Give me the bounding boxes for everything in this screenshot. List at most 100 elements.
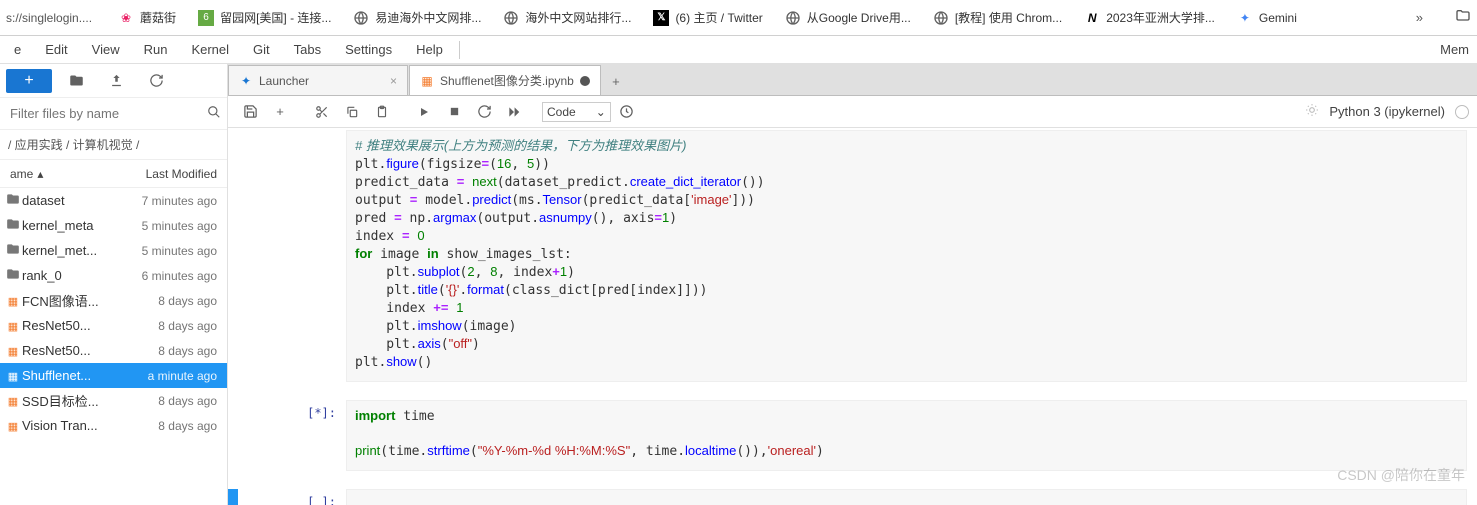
bookmark-item[interactable]: ❀蘑菇街 xyxy=(118,9,176,26)
file-row[interactable]: dataset7 minutes ago xyxy=(0,188,227,213)
bookmark-label: 海外中文网站排行... xyxy=(525,9,631,26)
add-tab-button[interactable]: + xyxy=(602,67,630,95)
copy-button[interactable] xyxy=(338,100,366,124)
upload-button[interactable] xyxy=(100,69,132,93)
file-modified: 6 minutes ago xyxy=(115,269,223,283)
restart-run-all-button[interactable] xyxy=(500,100,528,124)
file-name: SSD目标检... xyxy=(22,391,115,410)
insert-cell-button[interactable]: + xyxy=(266,100,294,124)
bookmarks-overflow-icon[interactable]: » xyxy=(1406,10,1433,25)
refresh-button[interactable] xyxy=(140,69,172,93)
menu-separator xyxy=(459,41,460,59)
file-modified: 5 minutes ago xyxy=(115,219,223,233)
cell-editor[interactable] xyxy=(346,489,1467,505)
bookmark-label: 留园网[美国] - 连接... xyxy=(220,9,331,26)
work-area: ✦Launcher×▦Shufflenet图像分类.ipynb + + Code… xyxy=(228,64,1477,505)
file-row[interactable]: ▦SSD目标检...8 days ago xyxy=(0,388,227,413)
url-fragment: s://singlelogin.... xyxy=(6,11,102,25)
notebook-icon: ▦ xyxy=(4,418,22,433)
new-folder-button[interactable] xyxy=(60,69,92,93)
header-modified-col[interactable]: Last Modified xyxy=(99,167,227,181)
notebook-toolbar: + Code⌄ Python 3 (ipykernel) xyxy=(228,96,1477,128)
file-modified: 8 days ago xyxy=(115,344,223,358)
save-button[interactable] xyxy=(236,100,264,124)
file-name: Vision Tran... xyxy=(22,418,115,433)
file-row[interactable]: ▦FCN图像语...8 days ago xyxy=(0,288,227,313)
cell-editor[interactable]: import time print(time.strftime("%Y-%m-%… xyxy=(346,400,1467,471)
bookmark-item[interactable]: 海外中文网站排行... xyxy=(503,9,631,26)
cell-gutter xyxy=(228,130,238,382)
menu-item-kernel[interactable]: Kernel xyxy=(179,38,241,61)
file-row[interactable]: rank_06 minutes ago xyxy=(0,263,227,288)
menu-item-edit[interactable]: Edit xyxy=(33,38,79,61)
cell-prompt: [ ]: xyxy=(276,489,346,505)
bookmark-icon: ❀ xyxy=(118,10,134,26)
close-icon[interactable]: × xyxy=(390,74,397,88)
memory-indicator: Mem xyxy=(1434,42,1475,57)
sidebar-toolbar: + xyxy=(0,64,227,98)
code-cell[interactable]: # 推理效果展示(上方为预测的结果，下方为推理效果图片) plt.figure(… xyxy=(228,128,1477,384)
file-list-header: ame▴ Last Modified xyxy=(0,160,227,188)
bookmark-icon xyxy=(353,10,369,26)
code-cell[interactable]: [ ]: xyxy=(228,487,1477,505)
bookmark-label: (6) 主页 / Twitter xyxy=(675,9,762,26)
file-modified: 7 minutes ago xyxy=(115,194,223,208)
bookmark-item[interactable]: N2023年亚洲大学排... xyxy=(1084,9,1215,26)
render-button[interactable] xyxy=(613,100,641,124)
bookmark-item[interactable]: 6留园网[美国] - 连接... xyxy=(198,9,331,26)
menu-item-view[interactable]: View xyxy=(80,38,132,61)
file-row[interactable]: kernel_met...5 minutes ago xyxy=(0,238,227,263)
kernel-status[interactable]: Python 3 (ipykernel) xyxy=(1305,103,1469,120)
menu-item-e[interactable]: e xyxy=(2,38,33,61)
file-row[interactable]: ▦ResNet50...8 days ago xyxy=(0,313,227,338)
menu-item-tabs[interactable]: Tabs xyxy=(282,38,333,61)
folder-icon xyxy=(4,267,22,284)
bookmark-item[interactable]: 𝕏(6) 主页 / Twitter xyxy=(653,9,762,26)
menu-item-help[interactable]: Help xyxy=(404,38,455,61)
bookmark-item[interactable]: [教程] 使用 Chrom... xyxy=(933,9,1062,26)
file-filter[interactable] xyxy=(0,98,227,130)
notebook-content[interactable]: # 推理效果展示(上方为预测的结果，下方为推理效果图片) plt.figure(… xyxy=(228,128,1477,505)
bookmark-item[interactable]: 从Google Drive用... xyxy=(785,9,911,26)
file-row[interactable]: ▦Shufflenet...a minute ago xyxy=(0,363,227,388)
cell-gutter xyxy=(228,400,238,471)
cell-prompt xyxy=(276,130,346,382)
cell-type-select[interactable]: Code⌄ xyxy=(542,102,611,122)
stop-button[interactable] xyxy=(440,100,468,124)
file-row[interactable]: kernel_meta5 minutes ago xyxy=(0,213,227,238)
bookmark-item[interactable]: 易迪海外中文网排... xyxy=(353,9,481,26)
run-button[interactable] xyxy=(410,100,438,124)
document-tab[interactable]: ▦Shufflenet图像分类.ipynb xyxy=(409,65,601,95)
file-filter-input[interactable] xyxy=(6,102,207,125)
menu-item-run[interactable]: Run xyxy=(132,38,180,61)
new-launcher-button[interactable]: + xyxy=(6,69,52,93)
folder-icon xyxy=(4,217,22,234)
header-name-col[interactable]: ame▴ xyxy=(0,167,99,181)
menu-item-settings[interactable]: Settings xyxy=(333,38,404,61)
cell-editor[interactable]: # 推理效果展示(上方为预测的结果，下方为推理效果图片) plt.figure(… xyxy=(346,130,1467,382)
file-row[interactable]: ▦ResNet50...8 days ago xyxy=(0,338,227,363)
notebook-icon: ▦ xyxy=(4,393,22,408)
app-menu-bar: eEditViewRunKernelGitTabsSettingsHelp Me… xyxy=(0,36,1477,64)
bookmark-item[interactable]: ✦Gemini xyxy=(1237,10,1297,26)
notebook-icon: ▦ xyxy=(4,343,22,358)
bookmark-label: 2023年亚洲大学排... xyxy=(1106,9,1215,26)
kernel-name[interactable]: Python 3 (ipykernel) xyxy=(1329,104,1445,119)
breadcrumb[interactable]: / 应用实践 / 计算机视觉 / xyxy=(0,130,227,160)
file-modified: 8 days ago xyxy=(115,294,223,308)
menu-item-git[interactable]: Git xyxy=(241,38,282,61)
file-row[interactable]: ▦Vision Tran...8 days ago xyxy=(0,413,227,438)
paste-button[interactable] xyxy=(368,100,396,124)
code-cell[interactable]: [*]: import time print(time.strftime("%Y… xyxy=(228,398,1477,473)
sort-asc-icon: ▴ xyxy=(37,167,43,181)
bookmark-icon xyxy=(933,10,949,26)
bookmarks-folder-icon[interactable] xyxy=(1455,8,1471,27)
cell-gutter xyxy=(228,489,238,505)
file-name: ResNet50... xyxy=(22,343,115,358)
tab-label: Launcher xyxy=(259,74,309,88)
document-tab[interactable]: ✦Launcher× xyxy=(228,65,408,95)
folder-icon xyxy=(4,192,22,209)
cut-button[interactable] xyxy=(308,100,336,124)
restart-button[interactable] xyxy=(470,100,498,124)
file-modified: 8 days ago xyxy=(115,394,223,408)
